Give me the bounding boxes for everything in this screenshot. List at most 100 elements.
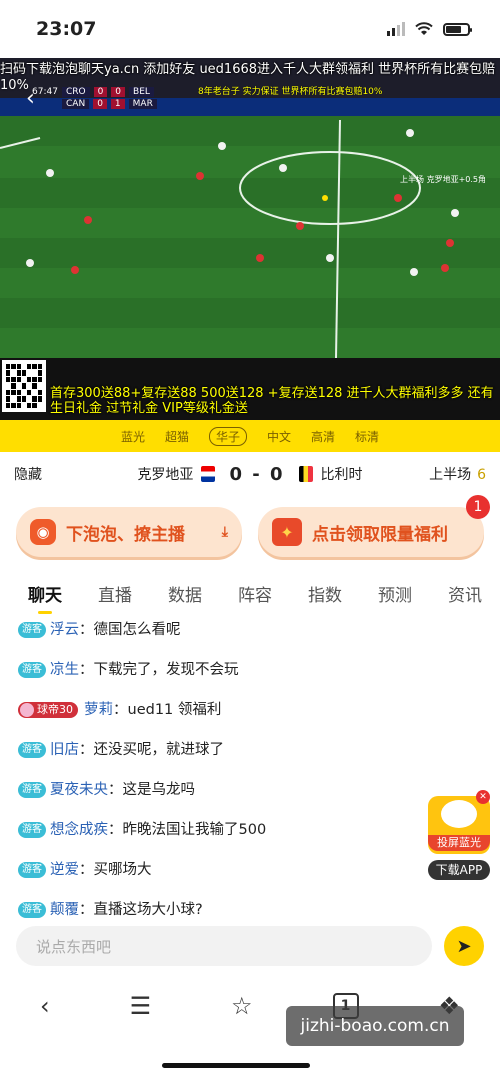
quality-option[interactable]: 蓝光 <box>121 428 145 445</box>
status-time: 23:07 <box>36 18 97 40</box>
chat-message: 游客 旧店：还没买呢，就进球了 <box>18 738 500 778</box>
guest-badge: 游客 <box>18 742 46 758</box>
badge-label: 游客 <box>22 744 42 755</box>
download-app-button[interactable]: 下载APP <box>428 860 490 880</box>
send-icon[interactable]: ➤ <box>444 926 484 966</box>
tab-1[interactable]: 直播 <box>98 581 132 606</box>
chat-username[interactable]: 凉生 <box>50 660 79 680</box>
guest-badge: 游客 <box>18 662 46 678</box>
badge-label: 游客 <box>22 824 42 835</box>
guest-badge: 游客 <box>18 622 46 638</box>
chat-text: ued11 领福利 <box>127 702 222 718</box>
tab-3[interactable]: 阵容 <box>238 581 272 606</box>
ad-text-bottom: 首存300送88+复存送88 500送128 +复存送128 进千人大群福利多多… <box>50 386 494 416</box>
cat-logo-icon <box>441 800 477 828</box>
quality-bar: 蓝光 超猫 华子 中文 高清 标清 <box>0 420 500 452</box>
download-icon: ⤓ <box>221 524 228 540</box>
chat-message: 游客 浮云：德国怎么看呢 <box>18 618 500 658</box>
signal-icon <box>387 22 405 36</box>
claim-welfare-button[interactable]: ✦ 点击领取限量福利 1 <box>258 495 490 557</box>
video-player[interactable]: 扫码下载泡泡聊天ya.cn 添加好友 ued1668进入千人大群领福利 世界杯所… <box>0 58 500 420</box>
chat-username[interactable]: 颠覆 <box>50 900 79 920</box>
status-icons <box>387 22 472 36</box>
badge-label: 游客 <box>22 864 42 875</box>
chat-username[interactable]: 浮云 <box>50 620 79 640</box>
tab-0[interactable]: 聊天 <box>28 581 62 614</box>
status-bar: 23:07 <box>0 0 500 58</box>
period-info: 上半场 6 <box>366 464 486 484</box>
sb-team3: CAN <box>62 99 90 109</box>
score: 0 - 0 <box>229 464 284 485</box>
download-chat-label: 下泡泡、撩主播 <box>66 524 185 545</box>
chat-username[interactable]: 想念成疾 <box>50 820 108 840</box>
badge-label: 游客 <box>22 664 42 675</box>
chat-text: 还没买呢，就进球了 <box>93 742 225 758</box>
tab-6[interactable]: 资讯 <box>448 581 482 606</box>
chat-input[interactable]: 说点东西吧 <box>16 926 432 966</box>
chat-colon: ： <box>79 742 94 758</box>
chat-colon: ： <box>79 862 94 878</box>
chat-colon: ： <box>108 822 123 838</box>
video-scoreboard: 67:47 CRO 0 0 BEL CAN 0 1 MAR <box>32 86 157 110</box>
quality-option[interactable]: 超猫 <box>165 428 189 445</box>
avatar <box>20 703 34 717</box>
watermark: jizhi-boao.com.cn <box>286 1006 464 1046</box>
chat-username[interactable]: 旧店 <box>50 740 79 760</box>
notification-badge: 1 <box>466 495 490 519</box>
close-icon[interactable]: ✕ <box>476 790 490 804</box>
chat-input-row: 说点东西吧 ➤ <box>0 920 500 972</box>
chat-username[interactable]: 逆爱 <box>50 860 79 880</box>
badge-label: 游客 <box>22 904 42 915</box>
hide-button[interactable]: 隐藏 <box>14 464 134 484</box>
vip-badge: 球帝30 <box>18 702 78 718</box>
badge-label: 游客 <box>22 624 42 635</box>
quality-option[interactable]: 高清 <box>311 428 335 445</box>
content-tabs: 聊天 直播 数据 阵容 指数 预测 资讯 <box>0 568 500 618</box>
download-chat-button[interactable]: ◉ 下泡泡、撩主播 ⤓ <box>16 507 242 557</box>
chat-colon: ： <box>108 782 123 798</box>
menu-icon[interactable]: ☰ <box>130 992 152 1020</box>
guest-badge: 游客 <box>18 902 46 918</box>
claim-welfare-label: 点击领取限量福利 <box>312 524 448 545</box>
guest-badge: 游客 <box>18 782 46 798</box>
guest-badge: 游客 <box>18 862 46 878</box>
home-team: 克罗地亚 <box>137 467 194 483</box>
match-video[interactable]: 扫码下载泡泡聊天ya.cn 添加好友 ued1668进入千人大群领福利 世界杯所… <box>0 58 500 358</box>
quality-option[interactable]: 中文 <box>267 428 291 445</box>
quality-option[interactable]: 华子 <box>208 426 247 446</box>
video-promo-right: 上半场 克罗地亚+0.5角 <box>400 175 486 184</box>
period-label: 上半场 <box>429 467 472 483</box>
tab-5[interactable]: 预测 <box>378 581 412 606</box>
chat-message: 游客 凉生：下载完了，发现不会玩 <box>18 658 500 698</box>
chat-bubble-icon: ◉ <box>30 519 56 545</box>
cast-bluray-button[interactable]: 投屏蓝光 <box>428 796 490 854</box>
sb-team1: CRO <box>61 87 90 97</box>
gift-icon: ✦ <box>272 518 302 546</box>
chat-text: 下载完了，发现不会玩 <box>93 662 239 678</box>
chat-colon: ： <box>79 662 94 678</box>
chat-text: 这是乌龙吗 <box>122 782 196 798</box>
wifi-icon <box>415 22 433 35</box>
match-info: 隐藏 克罗地亚 0 - 0 比利时 上半场 6 <box>0 452 500 496</box>
quality-option[interactable]: 标清 <box>355 428 379 445</box>
chat-username[interactable]: 萝莉 <box>84 700 113 720</box>
chat-colon: ： <box>113 702 128 718</box>
tab-4[interactable]: 指数 <box>308 581 342 606</box>
float-app-promo[interactable]: 投屏蓝光 ✕ 下载APP <box>428 790 490 880</box>
home-indicator <box>162 1063 310 1068</box>
match-clock: 67:47 <box>32 87 58 97</box>
back-nav-icon[interactable]: ‹ <box>40 992 50 1020</box>
away-score: 0 <box>270 463 285 485</box>
chat-text: 德国怎么看呢 <box>93 622 181 638</box>
cast-bluray-label: 投屏蓝光 <box>428 835 490 851</box>
ad-text-top: 扫码下载泡泡聊天ya.cn 添加好友 ued1668进入千人大群领福利 世界杯所… <box>0 62 496 77</box>
chat-username[interactable]: 夏夜未央 <box>50 780 108 800</box>
home-score: 0 <box>229 463 244 485</box>
sb-team2: BEL <box>129 87 154 97</box>
sb-score2: 0 <box>111 87 126 97</box>
tab-2[interactable]: 数据 <box>168 581 202 606</box>
badge-label: 游客 <box>22 784 42 795</box>
chat-text: 直播这场大小球? <box>93 902 203 918</box>
star-icon[interactable]: ☆ <box>231 992 253 1020</box>
ad-text-top-2: 10% <box>0 78 29 93</box>
